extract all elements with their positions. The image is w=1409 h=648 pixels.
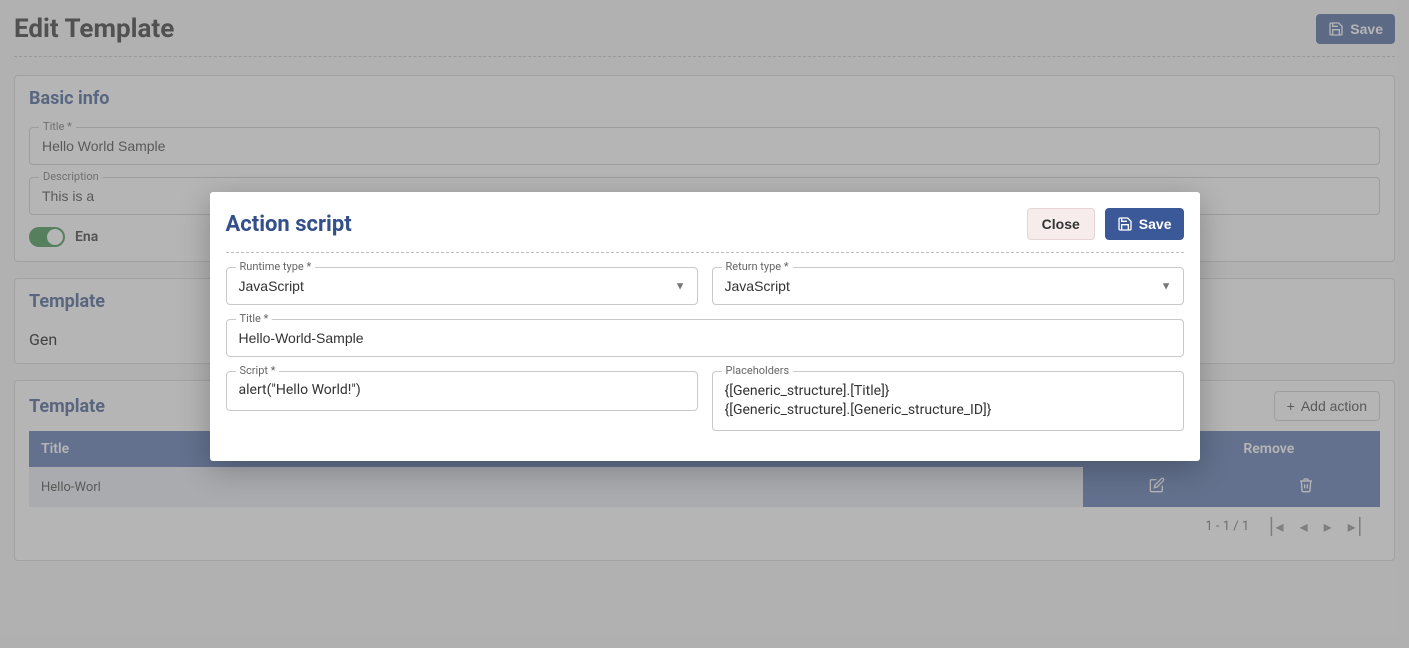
close-button-label: Close — [1042, 216, 1080, 232]
placeholders-box: {[Generic_structure].[Title]} {[Generic_… — [712, 371, 1184, 431]
modal-title: Action script — [226, 212, 352, 237]
modal-save-label: Save — [1139, 216, 1172, 232]
return-type-label: Return type * — [722, 260, 793, 273]
modal-title-input[interactable] — [226, 319, 1184, 357]
modal-save-button[interactable]: Save — [1105, 208, 1184, 240]
close-button[interactable]: Close — [1027, 208, 1095, 240]
modal-overlay: Action script Close Save Runtime type * … — [0, 0, 1409, 648]
save-icon — [1117, 216, 1133, 232]
placeholders-label: Placeholders — [722, 364, 794, 377]
runtime-type-label: Runtime type * — [236, 260, 316, 273]
modal-title-field-label: Title * — [236, 312, 273, 325]
action-script-modal: Action script Close Save Runtime type * … — [210, 192, 1200, 461]
script-input[interactable]: alert("Hello World!") — [226, 371, 698, 411]
script-label: Script * — [236, 364, 280, 377]
